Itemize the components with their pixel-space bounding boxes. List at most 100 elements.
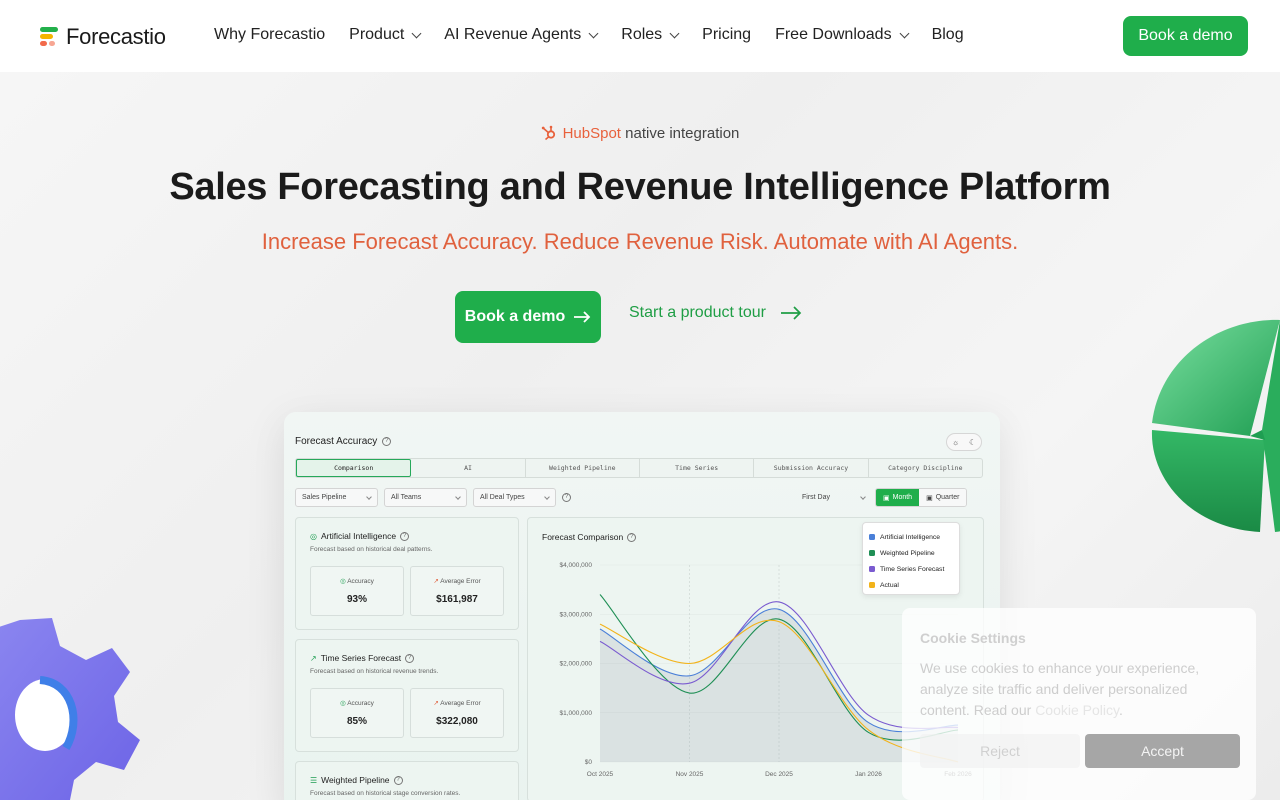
nav-item-label: AI Revenue Agents bbox=[444, 26, 582, 43]
hero-book-demo-button[interactable]: Book a demo bbox=[455, 291, 601, 343]
brand-logo[interactable]: Forecastio bbox=[40, 24, 166, 50]
y-tick-label: $3,000,000 bbox=[559, 611, 592, 618]
cookie-policy-link[interactable]: Cookie Policy bbox=[1035, 702, 1119, 718]
card-title-text: Weighted Pipeline bbox=[321, 775, 390, 785]
chevron-down-icon bbox=[411, 28, 422, 38]
dashboard-filters: Sales Pipeline All Teams All Deal Types … bbox=[295, 488, 571, 507]
accuracy-metric: ◎ Accuracy 93% bbox=[310, 566, 404, 616]
hubspot-integration-badge: HubSpot native integration bbox=[0, 125, 1280, 142]
nav-item-free-downloads[interactable]: Free Downloads bbox=[775, 26, 910, 44]
card-title-text: Artificial Intelligence bbox=[320, 531, 397, 541]
error-metric: ↗ Average Error $322,080 bbox=[410, 688, 504, 738]
y-tick-label: $2,000,000 bbox=[559, 661, 592, 668]
metric-label: Accuracy bbox=[347, 700, 374, 707]
tab-time-series[interactable]: Time Series bbox=[640, 459, 755, 477]
team-select-value: All Teams bbox=[391, 494, 422, 501]
chevron-down-icon bbox=[669, 28, 680, 38]
nav-item-label: Pricing bbox=[702, 26, 752, 43]
sun-icon[interactable]: ☼ bbox=[952, 438, 959, 447]
decorative-gear-icon bbox=[0, 618, 140, 800]
logo-mark-icon bbox=[40, 26, 60, 48]
month-label: Month bbox=[892, 494, 913, 501]
team-select[interactable]: All Teams bbox=[384, 488, 467, 507]
nav-item-label: Roles bbox=[621, 26, 663, 43]
legend-label: Artificial Intelligence bbox=[880, 533, 941, 541]
nav-item-label: Product bbox=[349, 26, 405, 43]
cookie-title: Cookie Settings bbox=[920, 630, 1026, 646]
cookie-banner: Cookie Settings We use cookies to enhanc… bbox=[902, 608, 1256, 800]
dashboard-title: Forecast Accuracy ? bbox=[295, 436, 392, 447]
tab-weighted-pipeline[interactable]: Weighted Pipeline bbox=[526, 459, 640, 477]
deal-type-select[interactable]: All Deal Types bbox=[473, 488, 556, 507]
brand-name: Forecastio bbox=[66, 24, 166, 49]
nav-item-blog[interactable]: Blog bbox=[932, 26, 964, 44]
accuracy-metric: ◎ Accuracy 85% bbox=[310, 688, 404, 738]
quarter-toggle[interactable]: ▣ Quarter bbox=[919, 489, 967, 506]
help-icon: ? bbox=[382, 437, 392, 446]
card-title: ☰ Weighted Pipeline? bbox=[310, 775, 403, 785]
period-start-value: First Day bbox=[802, 494, 830, 501]
metric-value: 85% bbox=[346, 716, 367, 727]
product-tour-label: Start a product tour bbox=[629, 304, 766, 321]
calendar-icon: ▣ bbox=[883, 494, 890, 502]
bar-chart-icon: ☰ bbox=[310, 775, 318, 785]
tab-category-discipline[interactable]: Category Discipline bbox=[869, 459, 982, 477]
trend-icon: ↗ bbox=[433, 700, 439, 707]
nav-item-roles[interactable]: Roles bbox=[621, 26, 680, 44]
pipeline-select[interactable]: Sales Pipeline bbox=[295, 488, 378, 507]
chevron-down-icon bbox=[860, 493, 866, 500]
metric-label: Average Error bbox=[440, 700, 481, 707]
help-icon: ? bbox=[393, 775, 403, 785]
legend-label: Weighted Pipeline bbox=[880, 549, 935, 557]
cookie-accept-button[interactable]: Accept bbox=[1085, 734, 1240, 768]
ai-forecast-card: ◎ Artificial Intelligence? Forecast based… bbox=[295, 517, 519, 630]
x-tick-label: Oct 2025 bbox=[587, 771, 614, 778]
deal-type-select-value: All Deal Types bbox=[480, 494, 525, 501]
metric-value: $322,080 bbox=[436, 716, 478, 727]
tab-ai[interactable]: AI bbox=[411, 459, 526, 477]
card-title-text: Time Series Forecast bbox=[320, 653, 402, 663]
moon-icon[interactable]: ☾ bbox=[969, 438, 976, 447]
tab-comparison[interactable]: Comparison bbox=[296, 459, 412, 477]
nav-book-demo-button[interactable]: Book a demo bbox=[1123, 16, 1248, 56]
arrow-right-icon bbox=[780, 306, 802, 320]
cookie-reject-button[interactable]: Reject bbox=[920, 734, 1080, 768]
nav-item-pricing[interactable]: Pricing bbox=[702, 26, 751, 44]
quarter-label: Quarter bbox=[935, 494, 960, 501]
trend-icon: ↗ bbox=[433, 578, 439, 585]
y-tick-label: $4,000,000 bbox=[559, 562, 592, 569]
cookie-text-end: . bbox=[1118, 702, 1123, 718]
legend-item[interactable]: Artificial Intelligence bbox=[869, 529, 953, 545]
tab-submission-accuracy[interactable]: Submission Accuracy bbox=[754, 459, 869, 477]
nav-item-ai-revenue-agents[interactable]: AI Revenue Agents bbox=[444, 26, 599, 44]
chevron-down-icon bbox=[544, 493, 550, 500]
month-toggle[interactable]: ▣ Month bbox=[876, 489, 920, 506]
product-tour-link[interactable]: Start a product tour bbox=[629, 304, 802, 322]
card-description: Forecast based on historical stage conve… bbox=[310, 790, 461, 797]
legend-item[interactable]: Actual bbox=[869, 577, 953, 593]
target-icon: ◎ bbox=[340, 700, 346, 707]
period-start-select[interactable]: First Day bbox=[796, 488, 871, 507]
x-tick-label: Dec 2025 bbox=[765, 771, 793, 778]
weighted-pipeline-card: ☰ Weighted Pipeline? Forecast based on hi… bbox=[295, 761, 519, 800]
main-menu: Why Forecastio Product AI Revenue Agents Ro… bbox=[214, 26, 988, 44]
nav-item-label: Free Downloads bbox=[775, 26, 892, 43]
legend-label: Actual bbox=[880, 581, 899, 589]
nav-item-why-forecastio[interactable]: Why Forecastio bbox=[214, 26, 325, 44]
time-series-card: ↗ Time Series Forecast? Forecast based on… bbox=[295, 639, 519, 752]
nav-item-label: Blog bbox=[931, 26, 964, 43]
cookie-text: We use cookies to enhance your experienc… bbox=[920, 658, 1240, 721]
hubspot-label: HubSpot bbox=[562, 125, 621, 142]
theme-toggle[interactable]: ☼ ☾ bbox=[946, 433, 982, 451]
legend-item[interactable]: Weighted Pipeline bbox=[869, 545, 953, 561]
chart-legend: Artificial Intelligence Weighted Pipeline… bbox=[862, 522, 960, 595]
help-icon: ? bbox=[400, 531, 410, 541]
card-description: Forecast based on historical deal patter… bbox=[310, 546, 433, 553]
card-title: ↗ Time Series Forecast? bbox=[310, 653, 415, 663]
arrow-right-icon bbox=[574, 311, 591, 323]
nav-item-label: Why Forecastio bbox=[214, 26, 326, 43]
legend-swatch bbox=[869, 550, 875, 556]
legend-item[interactable]: Time Series Forecast bbox=[869, 561, 953, 577]
nav-item-product[interactable]: Product bbox=[349, 26, 422, 44]
legend-swatch bbox=[869, 534, 875, 540]
